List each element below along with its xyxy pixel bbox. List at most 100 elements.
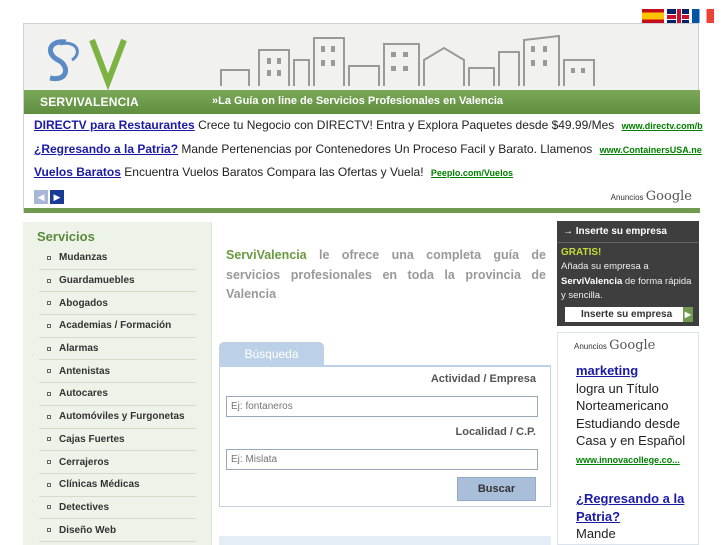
- ads-credit-prefix: Anuncios: [610, 193, 644, 202]
- uk-flag-icon[interactable]: [667, 9, 689, 23]
- search-button[interactable]: Buscar: [457, 477, 536, 501]
- sidebar-item-label: Autocares: [59, 388, 108, 400]
- page: SERVIVALENCIA »La Guía on line de Servic…: [0, 0, 727, 545]
- promo-title[interactable]: → Inserte su empresa: [563, 226, 667, 237]
- sidebar-item-guardamuebles[interactable]: Guardamuebles: [39, 270, 196, 293]
- sidebar-item-label: Alarmas: [59, 343, 99, 355]
- site-header: SERVIVALENCIA »La Guía on line de Servic…: [23, 23, 703, 213]
- sidebar-item-academias[interactable]: Academias / Formación: [39, 315, 196, 338]
- ads-credit-prefix: Anuncios: [574, 342, 607, 351]
- sidebar-item-label: Guardamuebles: [59, 275, 135, 287]
- activity-input[interactable]: [226, 396, 538, 417]
- header-bottom-bar: [24, 208, 700, 213]
- promo-text-brand: ServiValencia: [561, 275, 623, 287]
- site-tagline: »La Guía on line de Servicios Profesiona…: [212, 95, 504, 107]
- sidebar-item-label: Clínicas Médicas: [59, 479, 140, 491]
- bullet-icon: [47, 505, 51, 510]
- ad-url-link[interactable]: www.innovacollege.co...: [576, 455, 680, 465]
- ad-title-link[interactable]: ¿Regresando a la Patria?: [576, 491, 684, 524]
- sidebar-item-label: Diseño Web: [59, 524, 117, 536]
- bullet-icon: [47, 437, 51, 442]
- sidebar-item-abogados[interactable]: Abogados: [39, 292, 196, 316]
- sidebar-item-diseno-web[interactable]: Diseño Web: [39, 519, 196, 542]
- ad-title-link[interactable]: Vuelos Baratos: [34, 165, 121, 179]
- ad-title-link[interactable]: DIRECTV para Restaurantes: [34, 118, 195, 132]
- activity-label: Actividad / Empresa: [430, 373, 536, 385]
- ad-text: Crece tu Negocio con DIRECTV! Entra y Ex…: [198, 118, 615, 132]
- google-logo: Google: [645, 189, 692, 204]
- promo-divider: [557, 242, 699, 243]
- bullet-icon: [47, 255, 51, 260]
- side-ad-2: ¿Regresando a la Patria? Mande: [576, 490, 694, 543]
- location-label: Localidad / C.P.: [455, 426, 537, 438]
- bullet-icon: [47, 301, 51, 306]
- ad-text: Encuentra Vuelos Baratos Compara las Ofe…: [124, 165, 424, 179]
- sidebar-item-label: Antenistas: [59, 365, 111, 377]
- google-logo: Google: [609, 338, 656, 353]
- sidebar-item-alarmas[interactable]: Alarmas: [39, 338, 196, 361]
- insert-company-button-label: Inserte su empresa: [581, 309, 673, 320]
- ads-by-google[interactable]: Anuncios Google: [574, 338, 655, 353]
- ads-by-google[interactable]: Anuncios Google: [611, 189, 692, 204]
- top-ad-2: ¿Regresando a la Patria? Mande Pertenenc…: [34, 142, 702, 156]
- search-form: Actividad / Empresa Localidad / C.P. Bus…: [219, 365, 551, 507]
- promo-gratis: GRATIS!: [561, 247, 602, 258]
- ad-url-link[interactable]: www.ContainersUSA.ne: [600, 145, 702, 155]
- ad-text: Mande Pertenencias por Contenedores Un P…: [181, 142, 593, 156]
- sidebar-item-label: Abogados: [59, 297, 108, 309]
- top-ad-3: Vuelos Baratos Encuentra Vuelos Baratos …: [34, 165, 513, 179]
- ad-title-link[interactable]: marketing: [576, 363, 638, 378]
- sidebar-item-clinicas[interactable]: Clínicas Médicas: [39, 474, 196, 497]
- france-flag-icon[interactable]: [692, 9, 714, 23]
- sidebar-item-automoviles[interactable]: Automóviles y Furgonetas: [39, 406, 196, 429]
- ad-url-link[interactable]: Peeplo.com/Vuelos: [431, 168, 513, 178]
- language-selector: [642, 9, 714, 23]
- sidebar-item-label: Detectives: [59, 501, 110, 513]
- sidebar-item-antenistas[interactable]: Antenistas: [39, 360, 196, 384]
- arrow-right-icon: ▶: [683, 307, 693, 322]
- ad-next-arrow-icon[interactable]: ▶: [50, 190, 64, 204]
- bullet-icon: [47, 346, 51, 351]
- side-ad-1: marketing logra un Título Norteamericano…: [576, 362, 694, 469]
- sidebar-item-label: Automóviles y Furgonetas: [59, 411, 185, 423]
- search-footer-bar: [219, 536, 551, 545]
- ad-title-link[interactable]: ¿Regresando a la Patria?: [34, 142, 178, 156]
- bullet-icon: [47, 391, 51, 396]
- city-skyline-graphic: [220, 34, 595, 86]
- ad-prev-arrow-icon[interactable]: ◀: [34, 190, 48, 204]
- brand-name: SERVIVALENCIA: [40, 95, 139, 109]
- services-list: Mudanzas Guardamuebles Abogados Academia…: [39, 247, 196, 542]
- top-ads-block: DIRECTV para Restaurantes Crece tu Negoc…: [24, 114, 703, 208]
- promo-title-label: Inserte su empresa: [575, 226, 667, 237]
- insert-company-button[interactable]: Inserte su empresa ▶: [565, 307, 693, 322]
- servivalencia-logo[interactable]: [38, 30, 148, 90]
- sidebar-item-cerrajeros[interactable]: Cerrajeros: [39, 451, 196, 474]
- sidebar-item-cajas-fuertes[interactable]: Cajas Fuertes: [39, 429, 196, 452]
- spain-flag-icon[interactable]: [642, 9, 664, 23]
- header-green-bar: SERVIVALENCIA »La Guía on line de Servic…: [24, 90, 700, 114]
- bullet-icon: [47, 460, 51, 465]
- promo-text-before: Añada su empresa a: [561, 261, 649, 272]
- bullet-icon: [47, 369, 51, 374]
- sidebar-item-detectives[interactable]: Detectives: [39, 497, 196, 520]
- intro-brand: ServiValencia: [226, 248, 307, 262]
- ad-url-link[interactable]: www.directv.com/b: [622, 121, 703, 131]
- promo-text: Añada su empresa a ServiValencia de form…: [561, 260, 695, 304]
- sidebar-item-label: Mudanzas: [59, 252, 108, 264]
- bullet-icon: [47, 482, 51, 487]
- location-input[interactable]: [226, 449, 538, 470]
- top-ad-1: DIRECTV para Restaurantes Crece tu Negoc…: [34, 118, 703, 132]
- bullet-icon: [47, 528, 51, 533]
- ad-text: logra un Título Norteamericano Estudiand…: [576, 380, 686, 449]
- sidebar-item-label: Cajas Fuertes: [59, 433, 125, 445]
- tab-busqueda[interactable]: Búsqueda: [219, 342, 324, 366]
- logo-banner: [24, 24, 700, 90]
- sidebar-title: Servicios: [37, 229, 95, 244]
- insert-company-promo: → Inserte su empresa GRATIS! Añada su em…: [557, 221, 699, 326]
- ad-text: Mande: [576, 526, 616, 541]
- sidebar-item-mudanzas[interactable]: Mudanzas: [39, 247, 196, 270]
- intro-text: ServiValencia le ofrece una completa guí…: [226, 246, 546, 305]
- sidebar-item-label: Academias / Formación: [59, 320, 172, 332]
- sidebar-item-autocares[interactable]: Autocares: [39, 383, 196, 406]
- bullet-icon: [47, 414, 51, 419]
